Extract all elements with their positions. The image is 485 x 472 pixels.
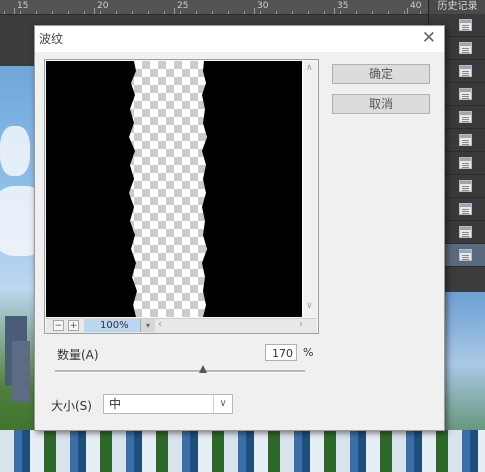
ruler-number: 25 — [177, 1, 189, 11]
ruler-minor-tick — [420, 11, 421, 14]
ruler-minor-tick — [100, 11, 101, 14]
ruler-minor-tick — [308, 11, 309, 14]
chevron-down-icon[interactable]: ∨ — [213, 395, 232, 413]
ruler-minor-tick — [180, 11, 181, 14]
history-panel-title: 历史记录 — [429, 0, 485, 14]
ruler-number: 20 — [97, 1, 109, 11]
ruler-minor-tick — [36, 11, 37, 14]
ruler-number: 35 — [337, 1, 349, 11]
zoom-out-button[interactable]: − — [53, 320, 64, 331]
amount-label: 数量(A) — [57, 348, 99, 362]
ruler-minor-tick — [164, 11, 165, 14]
size-select[interactable]: 中 ∨ — [103, 394, 233, 414]
ruler-number: 15 — [17, 1, 29, 11]
ruler-minor-tick — [340, 11, 341, 14]
ruler-minor-tick — [228, 11, 229, 14]
preview-vertical-scrollbar[interactable]: ∧ ∨ — [304, 61, 317, 317]
ruler-minor-tick — [276, 11, 277, 14]
ruler-tick — [254, 8, 255, 14]
dialog-title: 波纹 — [39, 32, 64, 46]
history-step-icon — [459, 42, 472, 54]
ruler-minor-tick — [404, 11, 405, 14]
scroll-left-icon[interactable]: ‹ — [158, 319, 162, 330]
history-step-icon — [459, 111, 472, 123]
size-label: 大小(S) — [51, 399, 92, 413]
ruler-minor-tick — [116, 11, 117, 14]
ruler-number: 30 — [257, 1, 269, 11]
ruler-tick — [94, 8, 95, 14]
ruler-minor-tick — [372, 11, 373, 14]
history-step-icon — [459, 157, 472, 169]
ruler-tick — [174, 8, 175, 14]
history-step-icon — [459, 134, 472, 146]
horizontal-ruler: 15 20 25 30 35 40 — [0, 0, 428, 15]
ruler-minor-tick — [324, 11, 325, 14]
ruler-minor-tick — [196, 11, 197, 14]
ruler-tick — [407, 8, 408, 14]
ruler-minor-tick — [52, 11, 53, 14]
ruler-minor-tick — [84, 11, 85, 14]
history-step-icon — [459, 203, 472, 215]
ruler-minor-tick — [260, 11, 261, 14]
ripple-filter-dialog: 波纹 ✕ ∧ ∨ − + 100% ▾ ‹ › 确定 取消 数量(A) 170 … — [34, 25, 445, 431]
ruler-minor-tick — [20, 11, 21, 14]
ruler-minor-tick — [356, 11, 357, 14]
ruler-minor-tick — [4, 11, 5, 14]
ruler-number: 40 — [410, 1, 422, 11]
amount-slider[interactable] — [55, 370, 305, 373]
scroll-down-icon[interactable]: ∨ — [306, 301, 313, 311]
amount-input[interactable]: 170 — [265, 344, 297, 361]
preview-image — [46, 61, 302, 317]
ruler-minor-tick — [212, 11, 213, 14]
ruler-minor-tick — [132, 11, 133, 14]
ruler-minor-tick — [148, 11, 149, 14]
ruler-minor-tick — [244, 11, 245, 14]
ok-button[interactable]: 确定 — [332, 64, 430, 84]
amount-slider-thumb[interactable] — [198, 365, 207, 373]
scroll-up-icon[interactable]: ∧ — [306, 63, 313, 73]
dialog-titlebar: 波纹 ✕ — [35, 26, 444, 52]
history-step-icon — [459, 88, 472, 100]
zoom-bar: − + 100% ▾ ‹ › — [46, 318, 317, 333]
ruler-minor-tick — [388, 11, 389, 14]
size-select-value: 中 — [109, 397, 122, 411]
ruler-tick — [14, 8, 15, 14]
history-step-icon — [459, 249, 472, 261]
ruler-minor-tick — [292, 11, 293, 14]
cancel-button[interactable]: 取消 — [332, 94, 430, 114]
ruler-tick — [334, 8, 335, 14]
history-step-icon — [459, 180, 472, 192]
history-step-icon — [459, 226, 472, 238]
history-step-icon — [459, 65, 472, 77]
close-icon[interactable]: ✕ — [422, 28, 436, 48]
zoom-in-button[interactable]: + — [68, 320, 79, 331]
amount-unit: % — [303, 346, 314, 359]
document-image-bottom — [0, 430, 485, 472]
zoom-dropdown-icon[interactable]: ▾ — [140, 319, 155, 332]
filter-preview[interactable] — [46, 61, 302, 317]
scroll-right-icon[interactable]: › — [299, 319, 303, 330]
ruler-minor-tick — [68, 11, 69, 14]
preview-frame: ∧ ∨ − + 100% ▾ ‹ › — [44, 59, 319, 334]
history-step-icon — [459, 19, 472, 31]
